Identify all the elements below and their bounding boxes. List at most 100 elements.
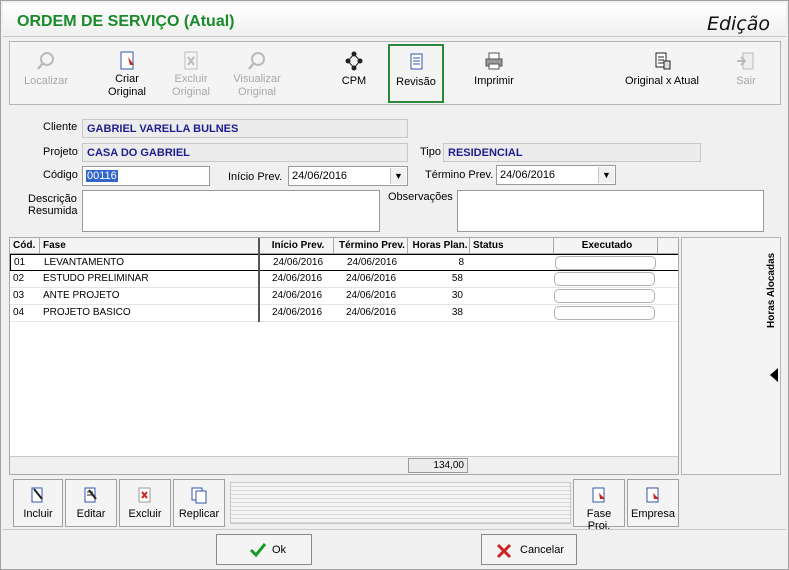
- document-arrow-icon: [646, 487, 659, 503]
- cancelar-button[interactable]: Cancelar: [481, 534, 577, 565]
- close-icon: [496, 543, 512, 559]
- list-document-icon: [410, 53, 423, 70]
- cell-termino: 24/06/2016: [346, 257, 398, 268]
- termino-prev-label: Término Prev.: [425, 169, 494, 181]
- copy-documents-icon: [191, 487, 207, 504]
- termino-prev-value: 24/06/2016: [500, 169, 556, 181]
- codigo-input[interactable]: 00116: [82, 166, 210, 186]
- cell-cod: 04: [13, 307, 25, 318]
- edit-document-icon: [84, 487, 97, 503]
- window-title: ORDEM DE SERVIÇO (Atual): [17, 13, 235, 30]
- sair-label: Sair: [736, 75, 756, 87]
- exit-door-icon: [737, 52, 754, 70]
- grid-footer: 134,00: [10, 456, 678, 474]
- executado-progress: [554, 272, 655, 286]
- empresa-label: Empresa: [630, 508, 676, 520]
- cell-horas: 30: [451, 290, 463, 301]
- inicio-prev-select[interactable]: 24/06/2016 ▼: [288, 166, 408, 186]
- imprimir-button[interactable]: Imprimir: [470, 45, 518, 103]
- cell-horas: 58: [451, 273, 463, 284]
- localizar-button[interactable]: Localizar: [18, 45, 74, 103]
- visualizar-original-button[interactable]: Visualizar Original: [228, 45, 286, 103]
- form-area: Cliente GABRIEL VARELLA BULNES Projeto C…: [9, 109, 781, 234]
- phases-grid[interactable]: Cód. Fase Início Prev. Término Prev. Hor…: [9, 237, 679, 475]
- col-status[interactable]: Status: [470, 238, 554, 254]
- col-cod[interactable]: Cód.: [10, 238, 40, 254]
- executado-progress: [555, 256, 656, 270]
- descricao-textarea[interactable]: [82, 190, 380, 232]
- editar-button[interactable]: Editar: [65, 479, 117, 527]
- cell-termino: 24/06/2016: [345, 273, 397, 284]
- termino-prev-select[interactable]: 24/06/2016 ▼: [496, 165, 616, 185]
- original-x-atual-button[interactable]: Original x Atual: [620, 45, 704, 103]
- excluir-original-label: Excluir Original: [172, 73, 210, 98]
- expand-left-icon[interactable]: [770, 368, 778, 382]
- toolbar: Localizar Criar Original Excluir Origina…: [9, 41, 781, 105]
- revisao-button[interactable]: Revisão: [388, 44, 444, 103]
- footer-bar: [3, 529, 786, 569]
- cell-inicio: 24/06/2016: [272, 257, 324, 268]
- col-executado[interactable]: Executado: [554, 238, 658, 254]
- grid-header: Cód. Fase Início Prev. Término Prev. Hor…: [10, 238, 678, 254]
- horas-alocadas-tab[interactable]: Horas Alocadas: [766, 238, 782, 476]
- original-x-atual-label: Original x Atual: [625, 75, 699, 87]
- cell-inicio: 24/06/2016: [271, 290, 323, 301]
- sair-button[interactable]: Sair: [728, 45, 764, 103]
- replicar-button[interactable]: Replicar: [173, 479, 225, 527]
- bottom-spacer: [230, 482, 571, 524]
- ordem-servico-window: ORDEM DE SERVIÇO (Atual) Edição Localiza…: [0, 0, 789, 570]
- criar-original-button[interactable]: Criar Original: [100, 45, 154, 103]
- col-termino-prev[interactable]: Término Prev.: [334, 238, 408, 254]
- col-fase[interactable]: Fase: [40, 238, 260, 254]
- cell-horas: 38: [451, 307, 463, 318]
- imprimir-label: Imprimir: [474, 75, 514, 87]
- horas-alocadas-label: Horas Alocadas: [766, 252, 777, 328]
- ok-button[interactable]: Ok: [216, 534, 312, 565]
- new-document-icon: [120, 51, 134, 70]
- cell-fase: ANTE PROJETO: [43, 290, 120, 301]
- cell-cod: 03: [13, 290, 25, 301]
- empresa-button[interactable]: Empresa: [627, 479, 679, 527]
- cell-status: [471, 255, 555, 271]
- cancelar-label: Cancelar: [520, 544, 565, 556]
- cell-cod: 02: [13, 273, 25, 284]
- cell-inicio: 24/06/2016: [271, 307, 323, 318]
- descricao-label-line2: Resumida: [28, 205, 78, 217]
- tipo-field: RESIDENCIAL: [443, 143, 701, 162]
- cliente-field: GABRIEL VARELLA BULNES: [82, 119, 408, 138]
- view-document-icon: [248, 52, 265, 70]
- criar-original-label: Criar Original: [108, 73, 146, 98]
- column-divider: [258, 238, 260, 322]
- excluir-button[interactable]: Excluir: [119, 479, 171, 527]
- excluir-original-button[interactable]: Excluir Original: [164, 45, 218, 103]
- table-row[interactable]: 02 ESTUDO PRELIMINAR 24/06/2016 24/06/20…: [10, 271, 678, 288]
- table-row[interactable]: 03 ANTE PROJETO 24/06/2016 24/06/2016 30: [10, 288, 678, 305]
- tipo-label: Tipo: [420, 146, 441, 158]
- network-diagram-icon: [345, 51, 363, 71]
- localizar-label: Localizar: [23, 75, 69, 87]
- chevron-down-icon[interactable]: ▼: [598, 167, 614, 183]
- check-icon: [249, 543, 267, 558]
- cell-status: [470, 288, 554, 304]
- table-row[interactable]: 01 LEVANTAMENTO 24/06/2016 24/06/2016 8: [10, 254, 678, 271]
- compare-icon: [655, 52, 671, 70]
- editar-label: Editar: [76, 508, 106, 520]
- incluir-button[interactable]: Incluir: [13, 479, 63, 527]
- excluir-label: Excluir: [128, 508, 162, 520]
- cell-status: [470, 271, 554, 287]
- fase-proj-button[interactable]: Fase Proj.: [573, 479, 625, 532]
- col-inicio-prev[interactable]: Início Prev.: [260, 238, 334, 254]
- codigo-label: Código: [43, 169, 78, 181]
- replicar-label: Replicar: [178, 508, 220, 520]
- projeto-label: Projeto: [43, 146, 78, 158]
- observacoes-textarea[interactable]: [457, 190, 764, 232]
- cell-termino: 24/06/2016: [345, 307, 397, 318]
- inicio-prev-value: 24/06/2016: [292, 170, 348, 182]
- chevron-down-icon[interactable]: ▼: [390, 168, 406, 184]
- table-row[interactable]: 04 PROJETO BASICO 24/06/2016 24/06/2016 …: [10, 305, 678, 322]
- descricao-label: Descrição Resumida: [28, 193, 78, 217]
- cell-inicio: 24/06/2016: [271, 273, 323, 284]
- cpm-button[interactable]: CPM: [332, 45, 376, 103]
- visualizar-original-label: Visualizar Original: [233, 73, 281, 98]
- col-horas-plan[interactable]: Horas Plan.: [408, 238, 470, 254]
